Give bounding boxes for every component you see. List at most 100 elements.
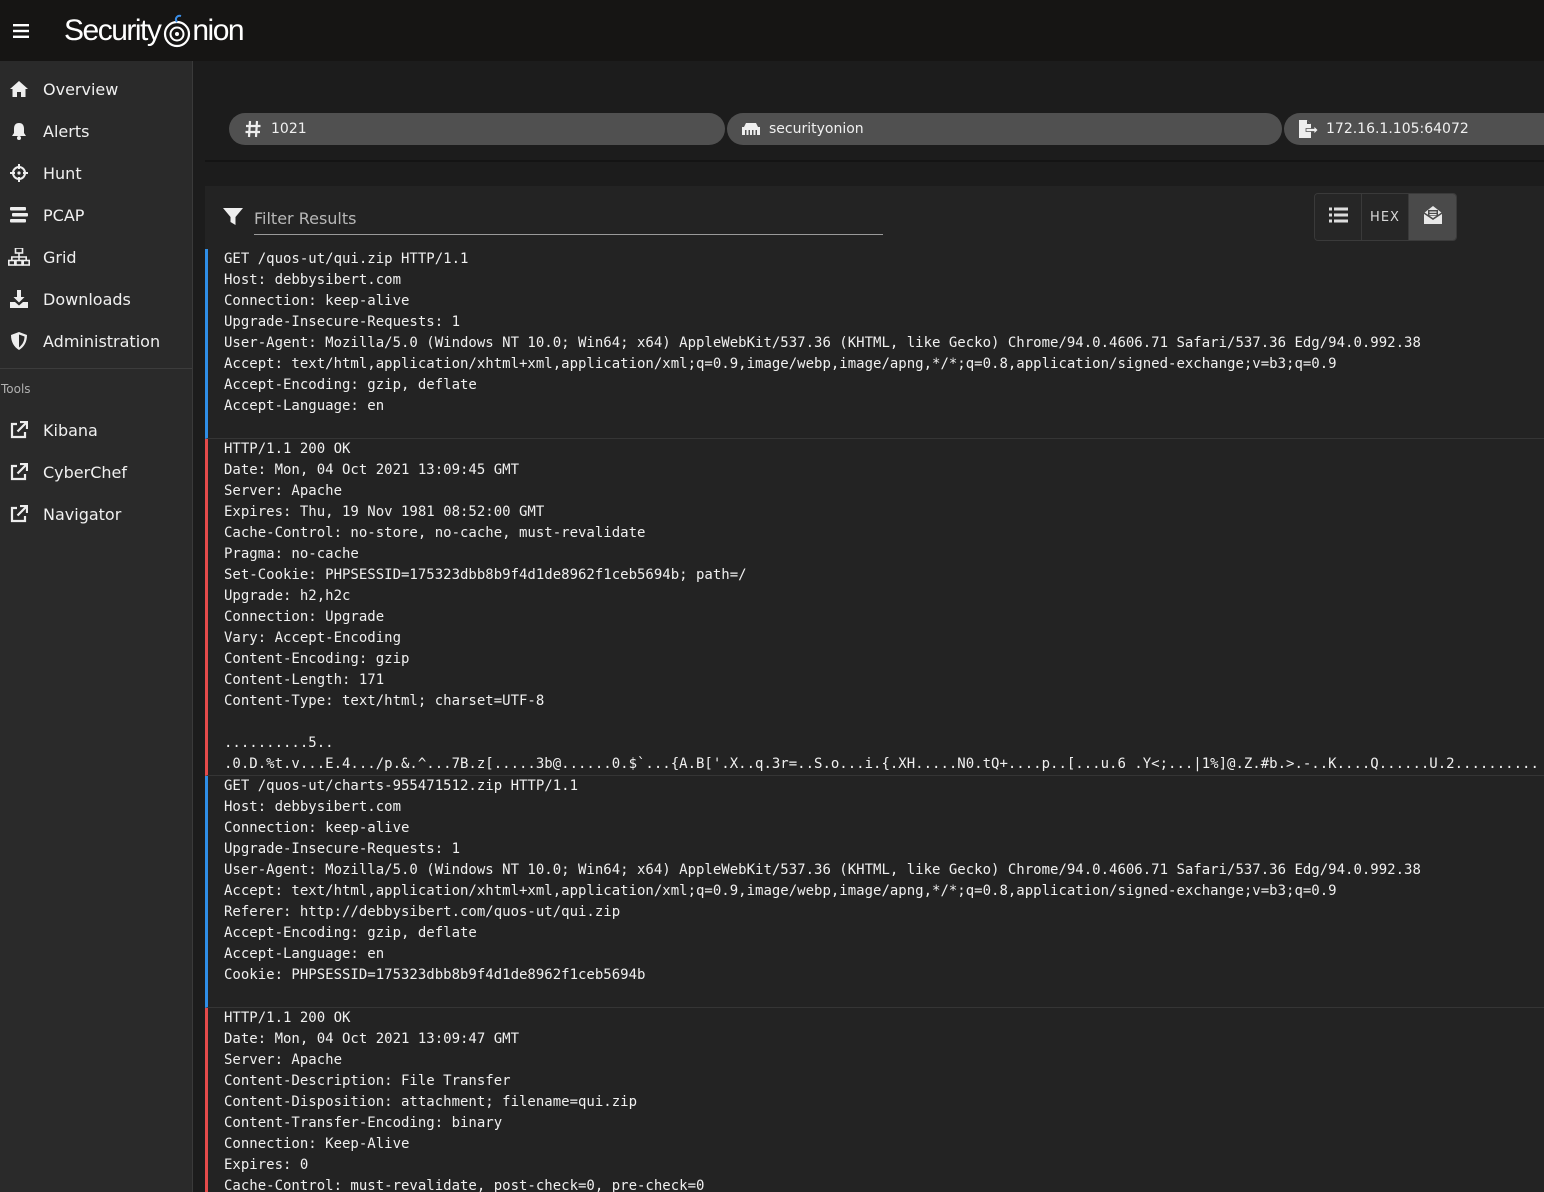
transcript-line: Upgrade-Insecure-Requests: 1 [224,841,461,857]
transcript-line: Cookie: PHPSESSID=175323dbb8b9f4d1de8962… [224,967,646,983]
list-view-button[interactable] [1315,194,1362,240]
transcript-line: Content-Description: File Transfer [224,1073,511,1089]
app-logo[interactable]: Security nion [64,14,245,48]
sidebar-item-label: Alerts [43,121,90,141]
chip-sensor[interactable]: securityonion [727,113,1282,145]
sidebar-item-label: Hunt [43,163,82,183]
transcript-line: Connection: Keep-Alive [224,1136,410,1152]
filter-icon [223,208,243,230]
transcript-line: Content-Type: text/html; charset=UTF-8 [224,693,545,709]
shield-icon [8,330,30,352]
transcript-line: Connection: Upgrade [224,609,385,625]
transcript-line: Cache-Control: no-store, no-cache, must-… [224,525,646,541]
sidebar-item-label: Grid [43,247,77,267]
app-bar: Security nion [0,0,1544,61]
response-segment: HTTP/1.1 200 OK Date: Mon, 04 Oct 2021 13… [205,439,1544,776]
external-link-icon [8,419,30,441]
transcript-line: Expires: 0 [224,1157,309,1173]
sidebar-item-kibana[interactable]: Kibana [0,409,192,451]
transcript-line: Accept: text/html,application/xhtml+xml,… [224,883,1337,899]
chip-label: securityonion [769,121,864,137]
chip-source[interactable]: 172.16.1.105:64072 [1284,113,1544,145]
transcript-line: GET /quos-ut/charts-955471512.zip HTTP/1… [224,778,579,794]
bell-icon [8,120,30,142]
chips-divider [205,160,1544,162]
request-segment: GET /quos-ut/qui.zip HTTP/1.1 Host: debby… [205,249,1544,439]
sidebar-item-label: Overview [43,79,119,99]
transcript-line: Upgrade: h2,h2c [224,588,351,604]
transcript-line: Accept-Encoding: gzip, deflate [224,925,477,941]
transcript-line: GET /quos-ut/qui.zip HTTP/1.1 [224,251,469,267]
transcript-line [224,712,1544,733]
transcript-line: Accept-Encoding: gzip, deflate [224,377,477,393]
transcript-line: User-Agent: Mozilla/5.0 (Windows NT 10.0… [224,335,1421,351]
external-link-icon [8,461,30,483]
sensor-icon [741,122,761,136]
transcript-view-button[interactable] [1409,194,1456,240]
transcript-body: GET /quos-ut/qui.zip HTTP/1.1 Host: debby… [205,249,1544,1192]
transcript-card: HEX GET /quos-ut/qui.zip HTTP/1.1 Host: d… [205,186,1544,1192]
session-chips: 1021 securityonion 172.16.1.105:64072 [229,113,1544,145]
transcript-line: Server: Apache [224,1052,343,1068]
chip-label: 172.16.1.105:64072 [1326,121,1469,137]
transcript-line: Accept: text/html,application/xhtml+xml,… [224,356,1337,372]
transcript-line: ..........5.. [224,735,334,751]
home-icon [8,78,30,100]
onion-logo-icon [162,14,192,48]
sidebar-item-alerts[interactable]: Alerts [0,110,192,152]
transcript-line: Upgrade-Insecure-Requests: 1 [224,314,461,330]
sidebar-item-label: PCAP [43,205,85,225]
transcript-line: Server: Apache [224,483,343,499]
sidebar-item-navigator[interactable]: Navigator [0,493,192,535]
transcript-line: .0.D.%t.v...E.4.../p.&.^...7B.z[.....3b@… [224,756,1539,772]
sidebar-item-label: Downloads [43,289,131,309]
menu-icon[interactable] [0,0,42,61]
transcript-line: Referer: http://debbysibert.com/quos-ut/… [224,904,621,920]
transcript-line: Host: debbysibert.com [224,272,402,288]
filter-results-input[interactable] [254,202,883,235]
stream-icon [8,204,30,226]
transcript-line: Connection: keep-alive [224,293,410,309]
sidebar-item-hunt[interactable]: Hunt [0,152,192,194]
transcript-line: Set-Cookie: PHPSESSID=175323dbb8b9f4d1de… [224,567,747,583]
sidebar-item-label: Administration [43,331,161,351]
tools-heading: Tools [1,382,31,396]
sidebar-item-label: CyberChef [43,462,128,482]
transcript-line [224,417,1544,438]
hash-icon [243,120,263,138]
transcript-line: Host: debbysibert.com [224,799,402,815]
sidebar-item-overview[interactable]: Overview [0,68,192,110]
sidebar-item-cyberchef[interactable]: CyberChef [0,451,192,493]
transcript-line: HTTP/1.1 200 OK [224,1010,351,1026]
transcript-line: Date: Mon, 04 Oct 2021 13:09:45 GMT [224,462,520,478]
transcript-line: Content-Disposition: attachment; filenam… [224,1094,638,1110]
file-export-icon [1298,120,1318,138]
sidebar-item-pcap[interactable]: PCAP [0,194,192,236]
chip-stream-id[interactable]: 1021 [229,113,725,145]
envelope-open-icon [1423,205,1443,229]
sidebar-item-downloads[interactable]: Downloads [0,278,192,320]
view-mode-toggle: HEX [1314,193,1457,241]
transcript-line: Date: Mon, 04 Oct 2021 13:09:47 GMT [224,1031,520,1047]
crosshairs-icon [8,162,30,184]
sidebar-item-administration[interactable]: Administration [0,320,192,362]
request-segment: GET /quos-ut/charts-955471512.zip HTTP/1… [205,776,1544,1008]
transcript-line: Content-Encoding: gzip [224,651,410,667]
transcript-line: Cache-Control: must-revalidate, post-che… [224,1178,705,1192]
sidebar: Overview Alerts Hunt PCAP Grid Downloads… [0,61,193,1192]
transcript-line: Connection: keep-alive [224,820,410,836]
transcript-line [224,986,1544,1007]
external-link-icon [8,503,30,525]
transcript-line: Pragma: no-cache [224,546,359,562]
transcript-line: Accept-Language: en [224,398,385,414]
sitemap-icon [8,246,30,268]
transcript-line: Accept-Language: en [224,946,385,962]
main-content: 1021 securityonion 172.16.1.105:64072 HE… [193,61,1544,1192]
transcript-line: Vary: Accept-Encoding [224,630,402,646]
transcript-line: User-Agent: Mozilla/5.0 (Windows NT 10.0… [224,862,1421,878]
transcript-toolbar: HEX [205,186,1544,249]
hex-view-button[interactable]: HEX [1362,194,1409,240]
sidebar-item-label: Kibana [43,420,98,440]
sidebar-item-label: Navigator [43,504,122,524]
sidebar-item-grid[interactable]: Grid [0,236,192,278]
